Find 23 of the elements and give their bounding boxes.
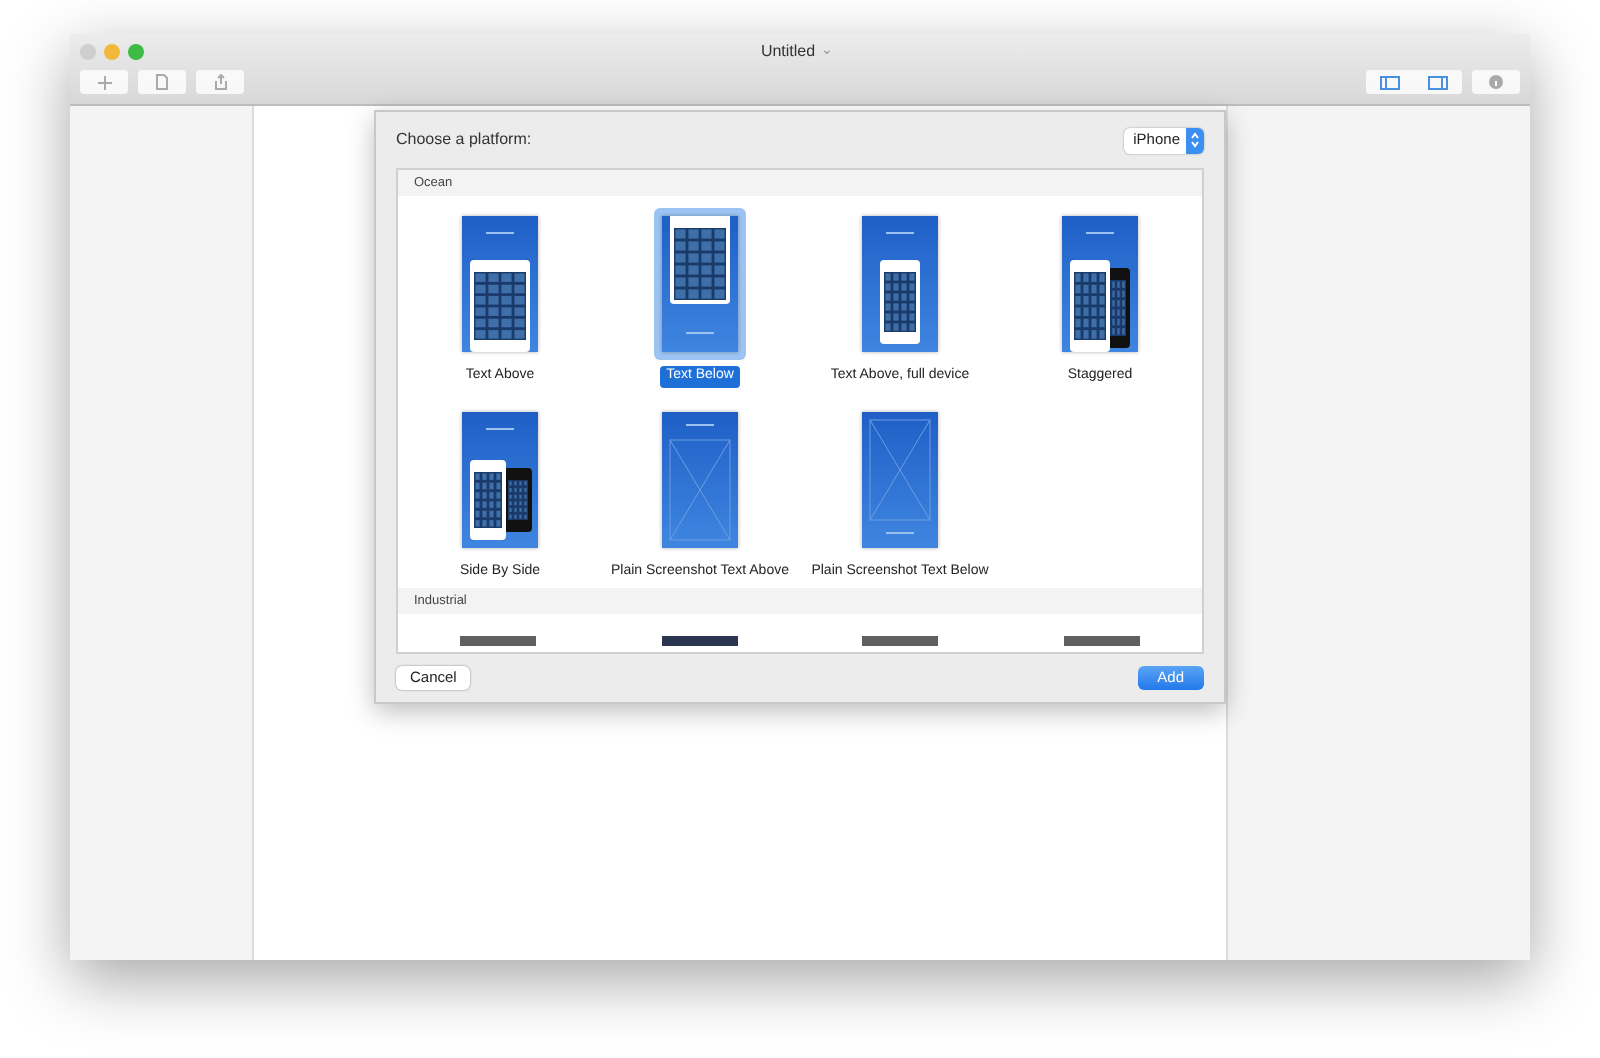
sheet-prompt: Choose a platform: <box>396 128 532 152</box>
info-icon <box>1488 74 1504 90</box>
template-thumbnail[interactable] <box>654 208 746 360</box>
template-thumbnail[interactable] <box>661 636 738 646</box>
left-sidebar-toggle-button[interactable] <box>1366 70 1414 94</box>
template-thumbnail[interactable] <box>862 636 939 646</box>
template-thumbnail[interactable] <box>460 636 537 646</box>
plus-icon <box>97 75 111 89</box>
sidebar-icon <box>1380 75 1400 89</box>
document-icon <box>156 74 168 90</box>
close-window-button[interactable] <box>80 44 96 60</box>
window-title: Untitled <box>760 40 816 64</box>
sidebar-icon <box>1428 75 1448 89</box>
minimize-window-button[interactable] <box>104 44 120 60</box>
stepper-icon <box>1186 127 1204 153</box>
share-icon <box>213 74 227 90</box>
add-toolbar-button[interactable] <box>80 70 128 94</box>
document-toolbar-button[interactable] <box>138 70 186 94</box>
zoom-window-button[interactable] <box>128 44 144 60</box>
template-thumbnail[interactable] <box>1063 636 1140 646</box>
info-toolbar-button[interactable] <box>1472 70 1520 94</box>
share-toolbar-button[interactable] <box>196 70 244 94</box>
right-sidebar-toggle-button[interactable] <box>1414 70 1462 94</box>
